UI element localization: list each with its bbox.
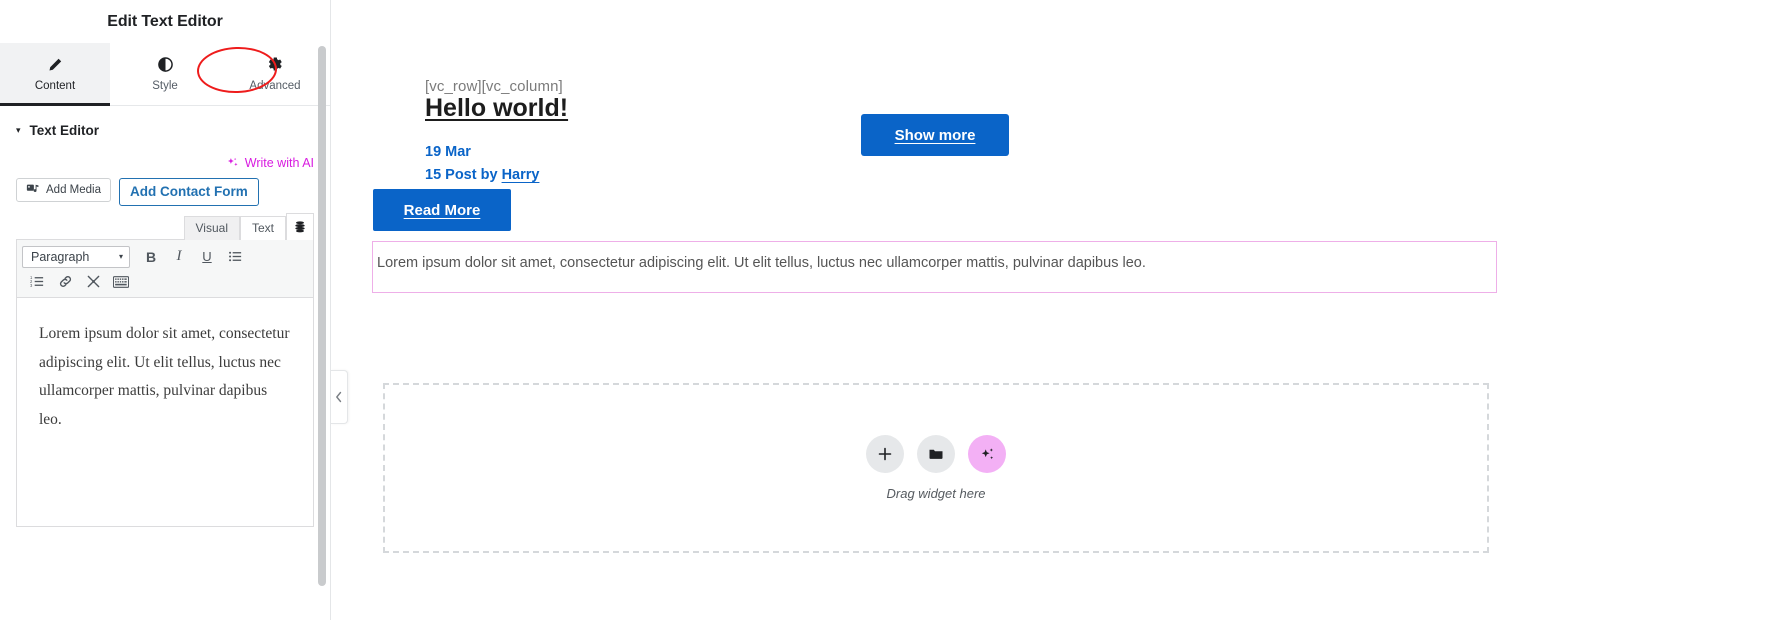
tab-content-label: Content: [34, 79, 76, 92]
wp-editor-container: Paragraph ▾ B I U 1 2 3 Lorem ipsum dolo…: [16, 239, 314, 527]
wp-editor-mode-tabs: Visual Text: [0, 206, 330, 240]
italic-icon[interactable]: I: [166, 245, 192, 269]
drop-zone-label: Drag widget here: [886, 486, 986, 501]
panel-scrollbar-thumb[interactable]: [318, 46, 326, 586]
panel-tab-bar: Content Style Advanced: [0, 43, 330, 106]
tab-style[interactable]: Style: [110, 43, 220, 105]
section-header-text-editor[interactable]: ▾ Text Editor: [0, 106, 330, 138]
toolbar-row-1: Paragraph ▾ B I U: [22, 244, 308, 269]
section-title: Text Editor: [29, 123, 100, 138]
wp-editor-text: Lorem ipsum dolor sit amet, consectetur …: [39, 325, 290, 428]
tab-style-label: Style: [152, 79, 178, 92]
write-with-ai-label: Write with AI: [244, 156, 314, 170]
post-author-line: 15 Post by Harry: [425, 167, 539, 183]
bold-icon[interactable]: B: [138, 245, 164, 269]
add-media-button[interactable]: Add Media: [16, 178, 111, 202]
keyboard-shortcuts-icon[interactable]: [108, 270, 134, 294]
post-author-link[interactable]: Harry: [502, 167, 540, 183]
tab-advanced[interactable]: Advanced: [220, 43, 330, 105]
elementor-canvas: [vc_row][vc_column] Hello world! 19 Mar …: [347, 0, 1790, 620]
panel-divider: [330, 0, 331, 620]
post-title-link[interactable]: Hello world!: [425, 94, 568, 123]
tab-visual[interactable]: Visual: [183, 216, 240, 240]
shortcode-text-top: [vc_row][vc_column]: [425, 78, 563, 95]
tab-advanced-label: Advanced: [249, 79, 301, 92]
panel-header: Edit Text Editor: [0, 0, 330, 43]
wp-editor-content-area[interactable]: Lorem ipsum dolor sit amet, consectetur …: [17, 298, 313, 526]
post-author-prefix: 15 Post by: [425, 167, 502, 183]
svg-text:3: 3: [30, 283, 33, 288]
underline-icon[interactable]: U: [194, 245, 220, 269]
wp-media-buttons: Add Media Add Contact Form: [0, 170, 330, 206]
panel-title: Edit Text Editor: [107, 12, 223, 30]
selected-text-widget[interactable]: Lorem ipsum dolor sit amet, consectetur …: [372, 241, 1497, 293]
read-more-button[interactable]: Read More: [373, 189, 511, 231]
tab-text[interactable]: Text: [239, 216, 286, 240]
sparkle-icon: [226, 156, 240, 170]
drop-zone-actions: [866, 435, 1006, 473]
elementor-editor-panel: Edit Text Editor Content Style Advanced …: [0, 0, 330, 620]
read-more-icon[interactable]: [80, 270, 106, 294]
paragraph-format-select[interactable]: Paragraph ▾: [22, 245, 130, 268]
write-with-ai-button[interactable]: Write with AI: [226, 156, 314, 170]
chevron-down-icon: ▾: [16, 125, 21, 135]
wp-editor-toolbar: Paragraph ▾ B I U 1 2 3: [17, 240, 313, 298]
pencil-icon: [47, 57, 63, 73]
toolbar-row-2: 1 2 3: [22, 269, 308, 294]
chevron-down-icon: ▾: [118, 252, 123, 261]
chevron-left-icon: [336, 391, 342, 403]
panel-collapse-handle[interactable]: [331, 370, 348, 424]
show-more-button[interactable]: Show more: [861, 114, 1009, 156]
selected-text-content: Lorem ipsum dolor sit amet, consectetur …: [377, 255, 1146, 271]
bullet-list-icon[interactable]: [222, 245, 248, 269]
contrast-icon: [157, 57, 173, 73]
add-element-icon[interactable]: [866, 435, 904, 473]
folder-template-icon[interactable]: [917, 435, 955, 473]
format-select-value: Paragraph: [31, 249, 90, 264]
media-icon: [26, 182, 40, 199]
widget-drop-zone[interactable]: Drag widget here: [383, 383, 1489, 553]
post-date: 19 Mar: [425, 144, 471, 160]
add-media-label: Add Media: [46, 184, 101, 196]
ai-sparkle-icon[interactable]: [968, 435, 1006, 473]
add-contact-form-button[interactable]: Add Contact Form: [118, 178, 259, 206]
tab-content[interactable]: Content: [0, 43, 110, 106]
link-icon[interactable]: [52, 270, 78, 294]
gear-icon: [267, 57, 283, 73]
write-with-ai-row: Write with AI: [0, 138, 330, 170]
numbered-list-icon[interactable]: 1 2 3: [24, 270, 50, 294]
toolbar-toggle-icon[interactable]: [286, 213, 314, 240]
